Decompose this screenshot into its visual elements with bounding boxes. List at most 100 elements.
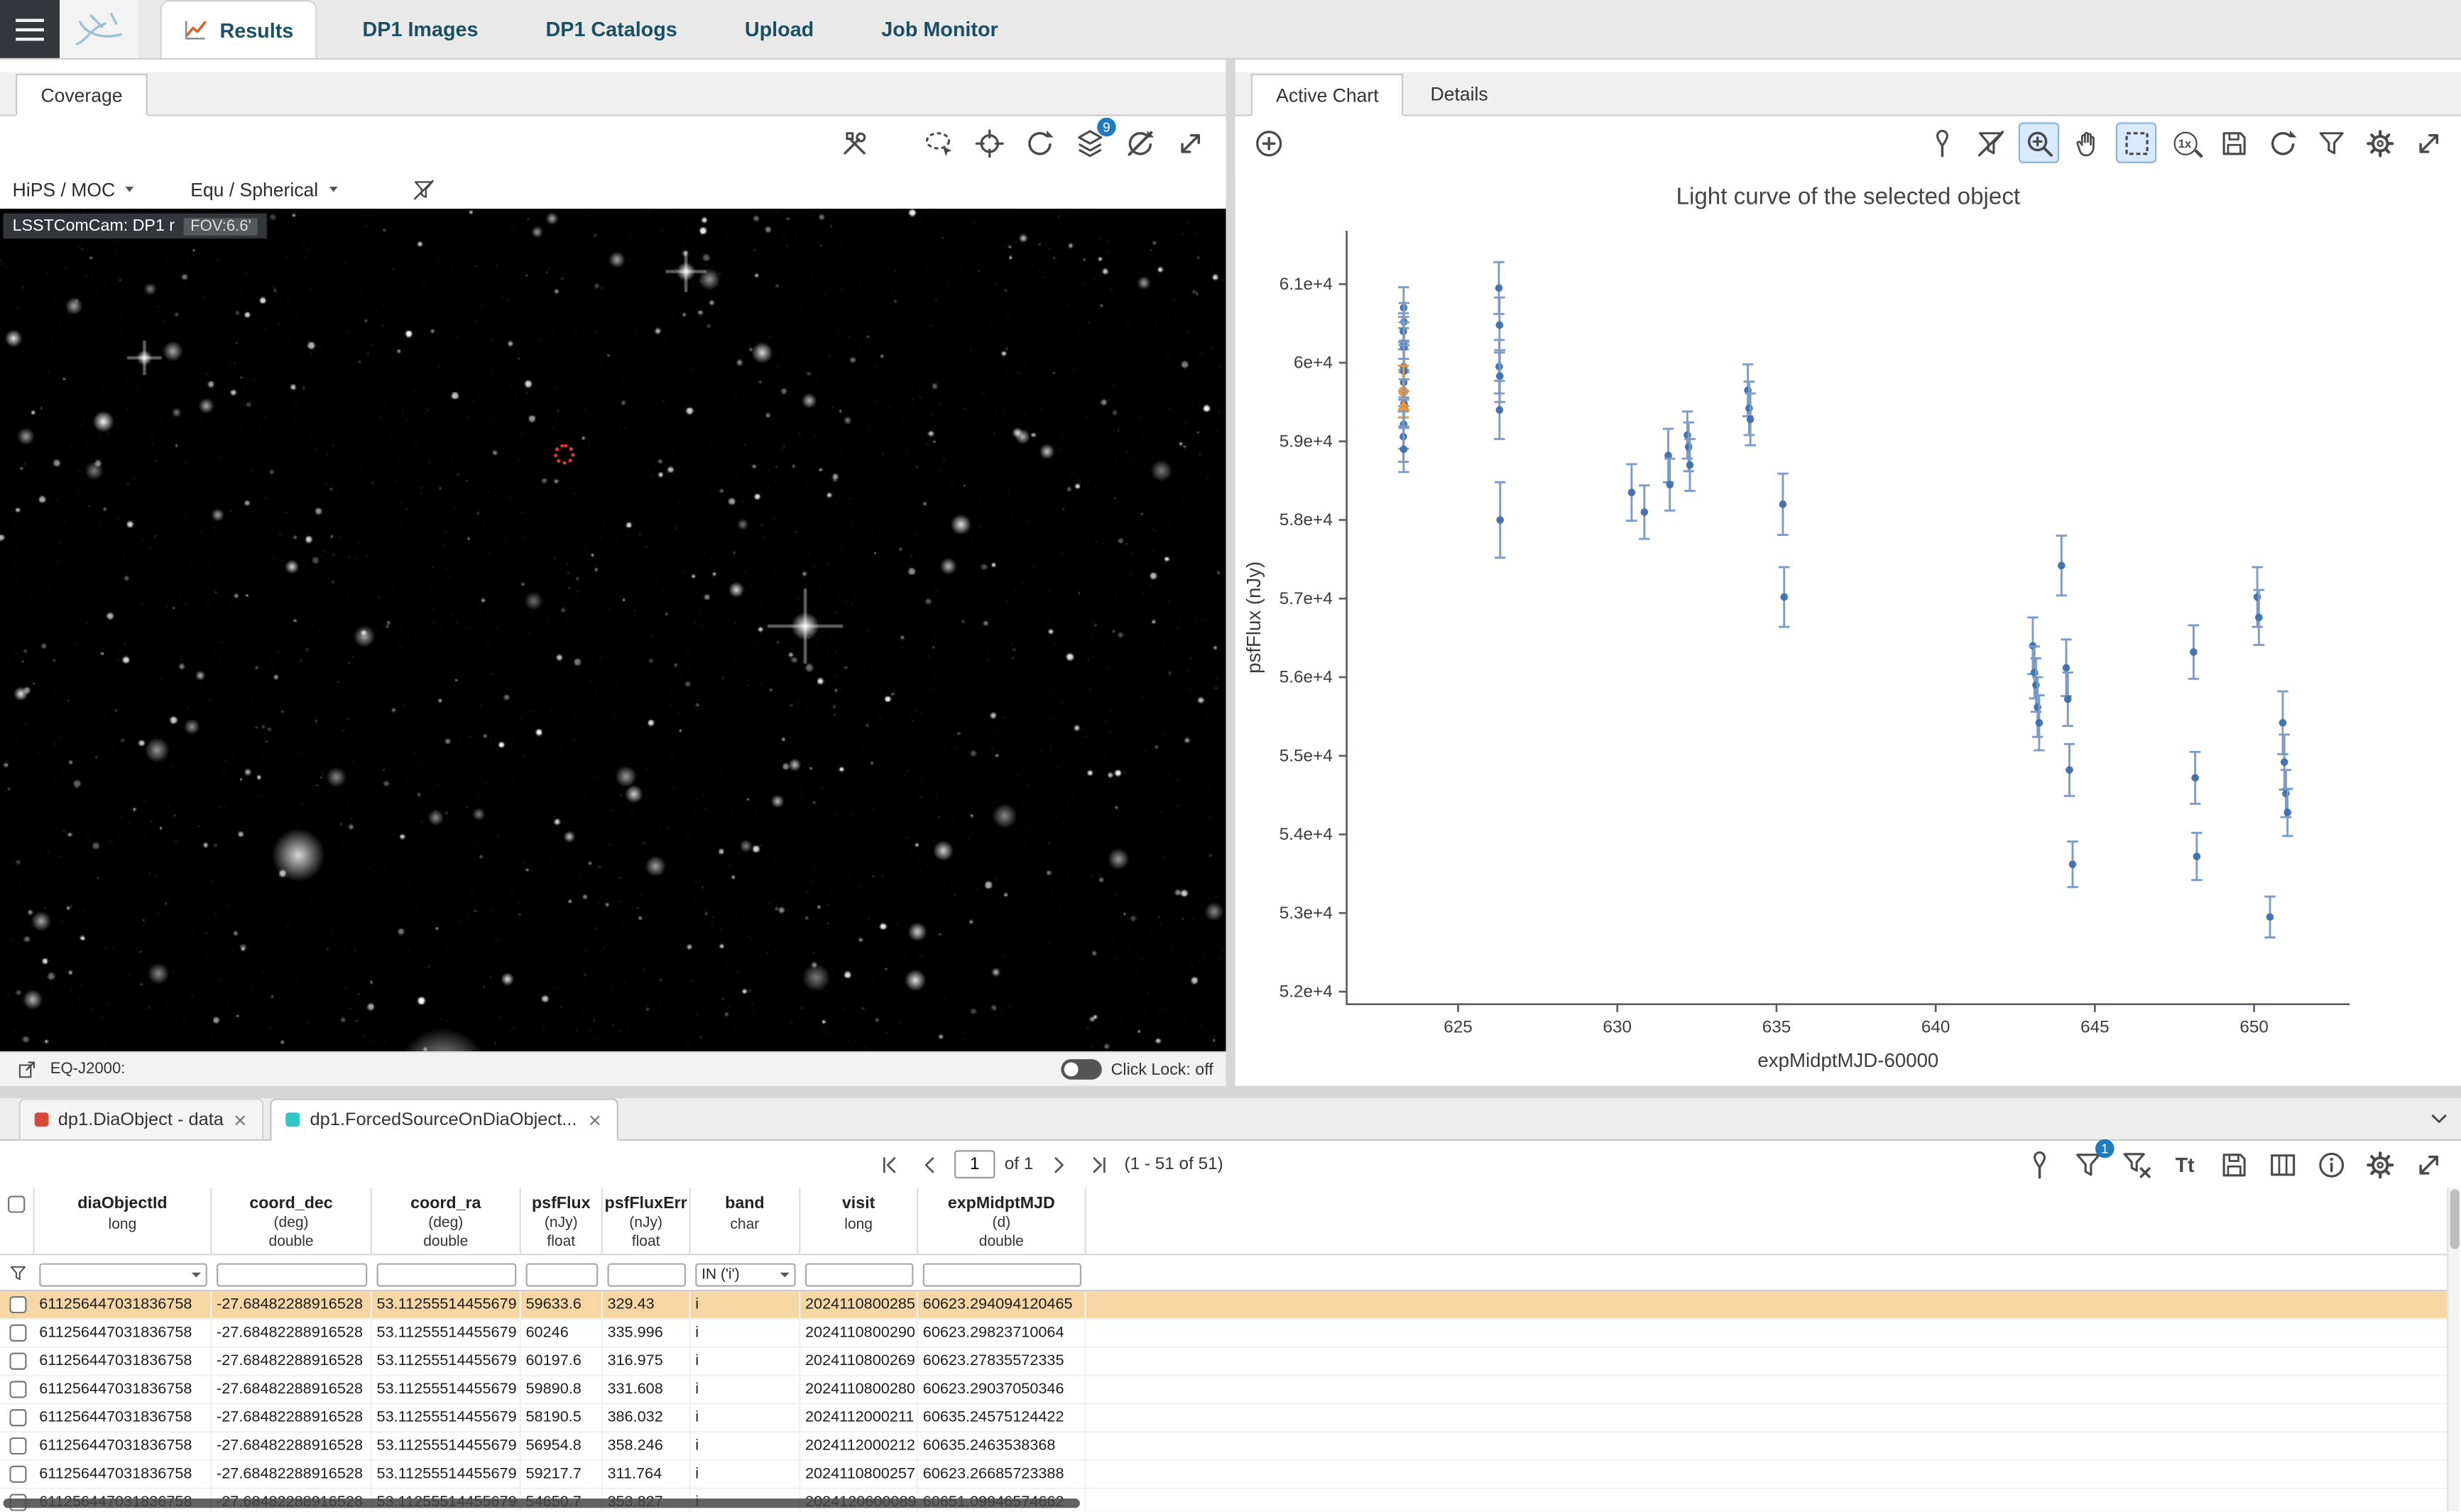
tab-active-chart[interactable]: Active Chart xyxy=(1251,74,1404,116)
table-row[interactable]: 611256447031836758-27.6848228891652853.1… xyxy=(0,1320,2447,1348)
row-checkbox[interactable] xyxy=(9,1296,26,1313)
table-cell[interactable]: 335.996 xyxy=(603,1320,691,1347)
table-cell[interactable]: 358.246 xyxy=(603,1432,691,1459)
row-checkbox[interactable] xyxy=(9,1352,26,1369)
column-header-band[interactable]: bandchar xyxy=(691,1188,801,1254)
column-header-coord_dec[interactable]: coord_dec(deg)double xyxy=(212,1188,371,1254)
table-cell[interactable]: 2024110800290 xyxy=(800,1320,918,1347)
table-cell[interactable]: i xyxy=(691,1461,801,1488)
row-checkbox[interactable] xyxy=(9,1409,26,1426)
table-cell[interactable]: 329.43 xyxy=(603,1291,691,1318)
save-table-button[interactable] xyxy=(2213,1144,2254,1184)
table-row[interactable]: 611256447031836758-27.6848228891652853.1… xyxy=(0,1432,2447,1461)
row-checkbox[interactable] xyxy=(9,1437,26,1455)
page-input[interactable] xyxy=(954,1150,995,1178)
tab-dp1-catalogs[interactable]: DP1 Catalogs xyxy=(524,0,699,58)
close-icon[interactable] xyxy=(586,1112,602,1127)
next-page-button[interactable] xyxy=(1043,1149,1074,1180)
tab-details[interactable]: Details xyxy=(1407,72,1511,115)
text-view-button[interactable]: Tt xyxy=(2164,1144,2205,1184)
table-cell[interactable]: -27.68482288916528 xyxy=(212,1291,371,1318)
table-cell[interactable]: -27.68482288916528 xyxy=(212,1348,371,1375)
table-filter-button[interactable]: 1 xyxy=(2067,1144,2107,1184)
table-cell[interactable]: 2024110800285 xyxy=(800,1291,918,1318)
table-row[interactable]: 611256447031836758-27.6848228891652853.1… xyxy=(0,1404,2447,1432)
table-cell[interactable]: -27.68482288916528 xyxy=(212,1320,371,1347)
table-cell[interactable]: 2024112000211 xyxy=(800,1404,918,1431)
filter-input-band[interactable] xyxy=(695,1263,795,1286)
table-cell[interactable]: 611256447031836758 xyxy=(35,1348,212,1375)
light-curve-chart[interactable]: Light curve of the selected object5.2e+4… xyxy=(1235,170,2461,1086)
table-cell[interactable]: 611256447031836758 xyxy=(35,1461,212,1488)
table-row[interactable]: 611256447031836758-27.6848228891652853.1… xyxy=(0,1291,2447,1320)
table-cell[interactable]: 386.032 xyxy=(603,1404,691,1431)
table-cell[interactable]: 2024110800257 xyxy=(800,1461,918,1488)
click-lock-toggle[interactable] xyxy=(1061,1059,1101,1080)
table-cell[interactable]: i xyxy=(691,1376,801,1403)
table-cell[interactable]: 60623.26685723388 xyxy=(918,1461,1086,1488)
chart-filter-button[interactable] xyxy=(2310,122,2351,163)
selected-object-marker[interactable] xyxy=(554,444,574,465)
tab-dp1-images[interactable]: DP1 Images xyxy=(341,0,501,58)
table-cell[interactable]: 2024110800269 xyxy=(800,1348,918,1375)
filter-input-visit[interactable] xyxy=(805,1263,914,1286)
table-settings-button[interactable] xyxy=(2359,1144,2399,1184)
table-cell[interactable]: 611256447031836758 xyxy=(35,1320,212,1347)
table-cell[interactable]: 611256447031836758 xyxy=(35,1404,212,1431)
popout-readout-button[interactable] xyxy=(13,1056,41,1084)
vertical-scrollbar[interactable] xyxy=(2447,1188,2460,1511)
table-cell[interactable]: 60197.6 xyxy=(521,1348,603,1375)
table-cell[interactable]: 60623.29823710064 xyxy=(918,1320,1086,1347)
table-info-button[interactable] xyxy=(2310,1144,2351,1184)
save-chart-button[interactable] xyxy=(2213,122,2254,163)
table-cell[interactable]: -27.68482288916528 xyxy=(212,1404,371,1431)
chart-settings-button[interactable] xyxy=(2359,122,2399,163)
hips-moc-dropdown[interactable]: HiPS / MOC xyxy=(13,178,137,200)
tab-upload[interactable]: Upload xyxy=(723,0,836,58)
table-row[interactable]: 611256447031836758-27.6848228891652853.1… xyxy=(0,1376,2447,1405)
table-cell[interactable]: 2024110800280 xyxy=(800,1376,918,1403)
select-region-button[interactable] xyxy=(918,122,959,163)
pin-chart-button[interactable] xyxy=(1921,122,1962,163)
coverage-clear-filter-button[interactable] xyxy=(403,169,444,209)
filter-input-psfFlux[interactable] xyxy=(526,1263,599,1286)
layers-button[interactable]: 9 xyxy=(1069,122,1109,163)
column-header-psfFlux[interactable]: psfFlux(nJy)float xyxy=(521,1188,603,1254)
table-clear-filter-button[interactable] xyxy=(2116,1144,2156,1184)
table-cell[interactable]: i xyxy=(691,1432,801,1459)
table-cell[interactable]: i xyxy=(691,1291,801,1318)
table-row[interactable]: 611256447031836758-27.6848228891652853.1… xyxy=(0,1461,2447,1489)
row-checkbox[interactable] xyxy=(9,1381,26,1398)
table-cell[interactable]: 2024112000212 xyxy=(800,1432,918,1459)
table-cell[interactable]: i xyxy=(691,1348,801,1375)
zoom-original-button[interactable]: 1x xyxy=(2164,122,2205,163)
filter-input-expMidptMJD[interactable] xyxy=(923,1263,1081,1286)
horizontal-scrollbar[interactable] xyxy=(3,1499,1079,1508)
pin-table-button[interactable] xyxy=(2019,1144,2059,1184)
column-header-coord_ra[interactable]: coord_ra(deg)double xyxy=(372,1188,521,1254)
image-tools-button[interactable] xyxy=(834,122,874,163)
expand-coverage-button[interactable] xyxy=(1169,122,1210,163)
sky-image[interactable] xyxy=(0,209,1226,1051)
table-cell[interactable]: -27.68482288916528 xyxy=(212,1432,371,1459)
add-chart-button[interactable] xyxy=(1248,122,1288,163)
table-cell[interactable]: 53.11255514455679 xyxy=(372,1320,521,1347)
last-page-button[interactable] xyxy=(1084,1149,1115,1180)
first-page-button[interactable] xyxy=(873,1149,904,1180)
table-cell[interactable]: 60623.27835572335 xyxy=(918,1348,1086,1375)
close-icon[interactable] xyxy=(233,1112,249,1127)
table-cell[interactable]: 56954.8 xyxy=(521,1432,603,1459)
row-checkbox[interactable] xyxy=(9,1325,26,1342)
tab-coverage[interactable]: Coverage xyxy=(16,74,148,116)
row-checkbox[interactable] xyxy=(9,1466,26,1483)
column-header-expMidptMJD[interactable]: expMidptMJD(d)double xyxy=(918,1188,1086,1254)
filter-input-coord_ra[interactable] xyxy=(377,1263,517,1286)
tab-list-button[interactable] xyxy=(2426,1106,2451,1131)
table-cell[interactable]: 58190.5 xyxy=(521,1404,603,1431)
add-column-button[interactable] xyxy=(2261,1144,2302,1184)
sky-image-viewport[interactable]: LSSTComCam: DP1 r FOV:6.6' xyxy=(0,209,1226,1051)
rotate-button[interactable] xyxy=(1019,122,1059,163)
select-all-checkbox[interactable] xyxy=(8,1195,25,1212)
column-header-diaObjectId[interactable]: diaObjectIdlong xyxy=(35,1188,212,1254)
select-tool-button[interactable] xyxy=(2116,122,2156,163)
